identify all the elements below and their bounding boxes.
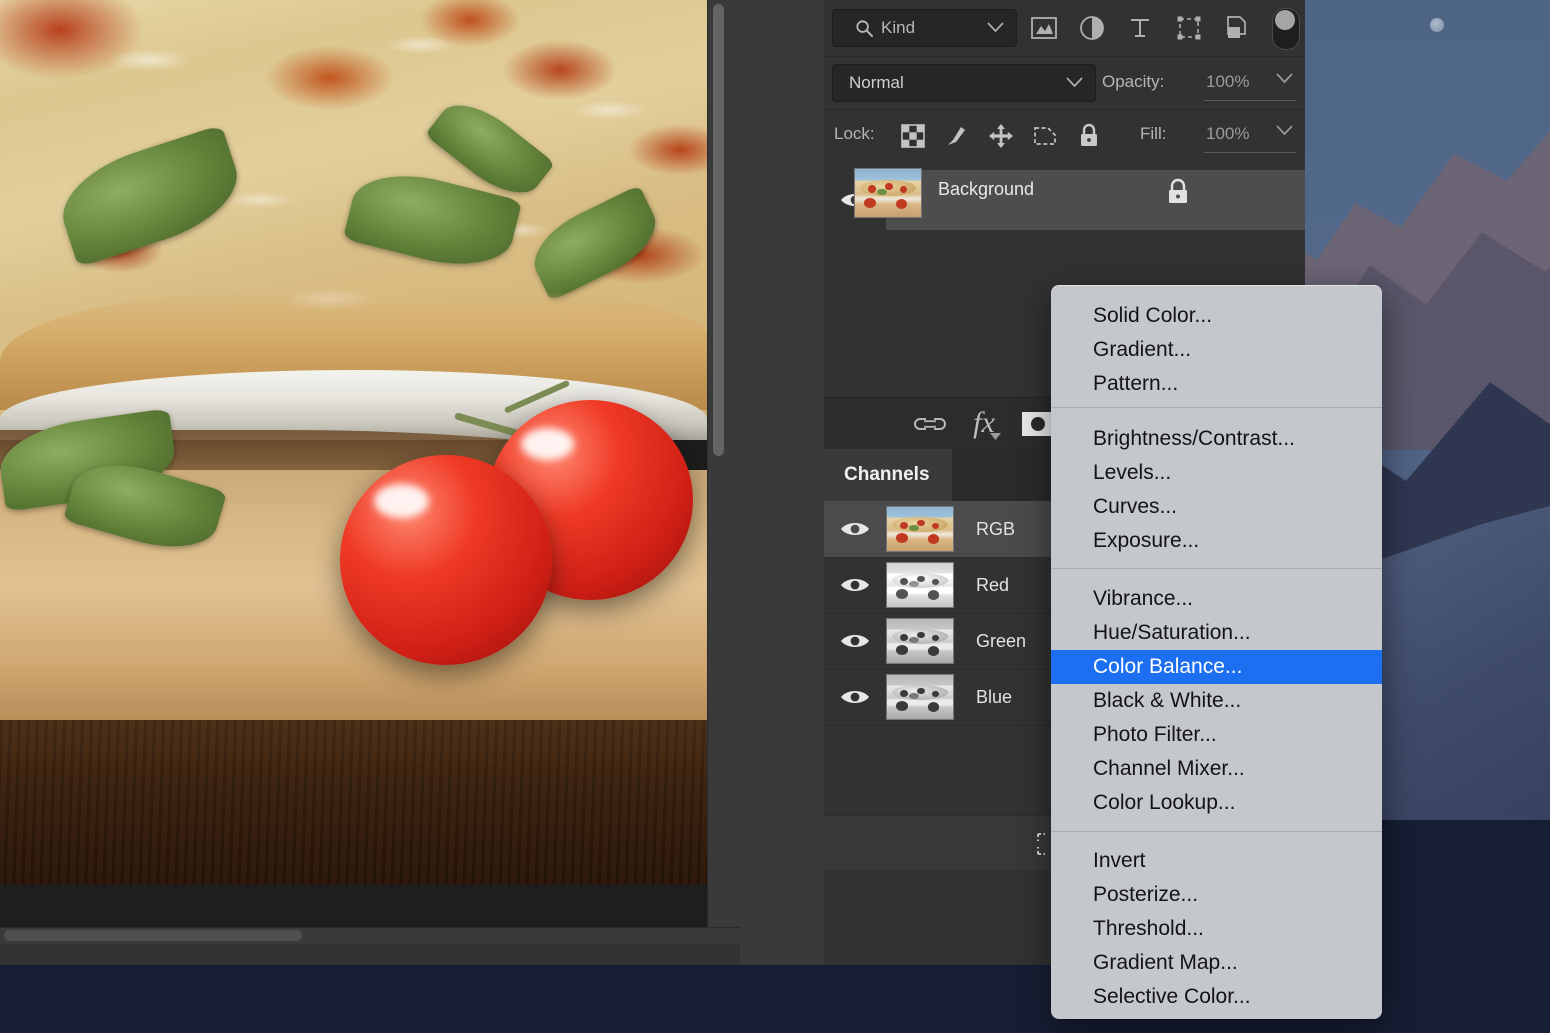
lock-transparent-pixels-icon[interactable] — [898, 122, 928, 150]
smart-object-filter-icon[interactable] — [1221, 12, 1253, 44]
opacity-value[interactable]: 100% — [1206, 72, 1249, 92]
channel-name: Blue — [976, 687, 1012, 708]
cherry-tomato — [340, 455, 552, 665]
lock-label: Lock: — [834, 124, 875, 144]
type-layer-filter-icon[interactable] — [1124, 12, 1156, 44]
shape-layer-filter-icon[interactable] — [1173, 12, 1205, 44]
menu-item-gradient-map[interactable]: Gradient Map... — [1051, 946, 1382, 980]
menu-item-brightness-contrast[interactable]: Brightness/Contrast... — [1051, 422, 1382, 456]
search-icon — [855, 19, 874, 38]
chevron-down-icon[interactable] — [1276, 72, 1293, 84]
chevron-down-icon — [1066, 76, 1083, 88]
layer-locked-icon[interactable] — [1166, 178, 1190, 206]
channel-thumbnail[interactable] — [886, 618, 954, 664]
menu-item-vibrance[interactable]: Vibrance... — [1051, 582, 1382, 616]
tab-channels-label: Channels — [844, 464, 930, 486]
menu-item-gradient[interactable]: Gradient... — [1051, 333, 1382, 367]
menu-item-hue-saturation[interactable]: Hue/Saturation... — [1051, 616, 1382, 650]
blend-mode-label: Normal — [849, 73, 904, 93]
menu-item-black-and-white[interactable]: Black & White... — [1051, 684, 1382, 718]
adjustment-layer-filter-icon[interactable] — [1076, 12, 1108, 44]
menu-item-posterize[interactable]: Posterize... — [1051, 878, 1382, 912]
chevron-down-icon[interactable] — [990, 433, 1001, 440]
blend-mode-row: Normal Opacity: 100% — [824, 56, 1305, 110]
pixel-layer-filter-icon[interactable] — [1028, 12, 1060, 44]
menu-separator — [1051, 407, 1382, 408]
eye-icon — [839, 575, 871, 595]
document-horizontal-scrollbar-thumb[interactable] — [4, 930, 302, 941]
opacity-field-underline — [1204, 100, 1296, 101]
new-fill-or-adjustment-layer-menu[interactable]: Solid Color... Gradient... Pattern... Br… — [1051, 285, 1382, 1019]
menu-item-invert[interactable]: Invert — [1051, 844, 1382, 878]
layer-thumbnail[interactable] — [854, 168, 922, 218]
canvas-image — [0, 0, 707, 885]
menu-separator — [1051, 831, 1382, 832]
fill-label: Fill: — [1140, 124, 1166, 144]
layer-thumbnail-image — [855, 169, 921, 217]
fill-value[interactable]: 100% — [1206, 124, 1249, 144]
chevron-down-icon[interactable] — [1276, 124, 1293, 136]
layer-mask-icon — [1021, 411, 1055, 437]
eye-icon — [839, 631, 871, 651]
menu-item-color-lookup[interactable]: Color Lookup... — [1051, 786, 1382, 820]
panel-gutter — [740, 0, 825, 965]
menu-item-solid-color[interactable]: Solid Color... — [1051, 299, 1382, 333]
menu-item-levels[interactable]: Levels... — [1051, 456, 1382, 490]
channel-thumbnail-image — [887, 507, 953, 551]
document-canvas[interactable] — [0, 0, 707, 885]
menu-item-exposure[interactable]: Exposure... — [1051, 524, 1382, 558]
layer-filter-kind-label: Kind — [881, 18, 915, 38]
channel-name: RGB — [976, 519, 1015, 540]
channel-visibility-toggle[interactable] — [824, 519, 886, 539]
menu-item-pattern[interactable]: Pattern... — [1051, 367, 1382, 401]
lock-artboard-nesting-icon[interactable] — [1030, 122, 1060, 150]
table-grain — [0, 720, 707, 885]
lock-row: Lock: — [824, 109, 1305, 163]
lock-position-icon[interactable] — [986, 122, 1016, 150]
channel-visibility-toggle[interactable] — [824, 575, 886, 595]
eye-icon — [839, 519, 871, 539]
link-icon — [913, 415, 947, 433]
channel-visibility-toggle[interactable] — [824, 687, 886, 707]
canvas-letterbox — [0, 885, 707, 927]
channel-thumbnail[interactable] — [886, 562, 954, 608]
filter-enable-toggle-knob[interactable] — [1275, 10, 1295, 30]
channel-thumbnail[interactable] — [886, 506, 954, 552]
fill-field-underline — [1204, 152, 1296, 153]
lock-all-icon[interactable] — [1074, 122, 1104, 150]
chevron-down-icon — [987, 21, 1004, 33]
layer-name[interactable]: Background — [938, 179, 1034, 200]
channel-thumbnail[interactable] — [886, 674, 954, 720]
channel-name: Green — [976, 631, 1026, 652]
channel-thumbnail-image — [887, 675, 953, 719]
channel-thumbnail-image — [887, 619, 953, 663]
channel-name: Red — [976, 575, 1009, 596]
link-layers-button[interactable] — [910, 407, 950, 441]
opacity-label: Opacity: — [1102, 72, 1164, 92]
menu-item-selective-color[interactable]: Selective Color... — [1051, 980, 1382, 1014]
menu-item-color-balance[interactable]: Color Balance... — [1051, 650, 1382, 684]
menu-item-curves[interactable]: Curves... — [1051, 490, 1382, 524]
document-vertical-scrollbar-thumb[interactable] — [713, 4, 724, 456]
layer-filter-kind-select[interactable]: Kind — [832, 9, 1017, 47]
menu-item-channel-mixer[interactable]: Channel Mixer... — [1051, 752, 1382, 786]
menu-item-photo-filter[interactable]: Photo Filter... — [1051, 718, 1382, 752]
layer-filter-row: Kind — [824, 0, 1305, 57]
menu-item-threshold[interactable]: Threshold... — [1051, 912, 1382, 946]
channel-thumbnail-image — [887, 563, 953, 607]
eye-icon — [839, 687, 871, 707]
channel-visibility-toggle[interactable] — [824, 631, 886, 651]
menu-separator — [1051, 568, 1382, 569]
blend-mode-select[interactable]: Normal — [832, 64, 1096, 102]
lock-image-pixels-icon[interactable] — [942, 122, 972, 150]
